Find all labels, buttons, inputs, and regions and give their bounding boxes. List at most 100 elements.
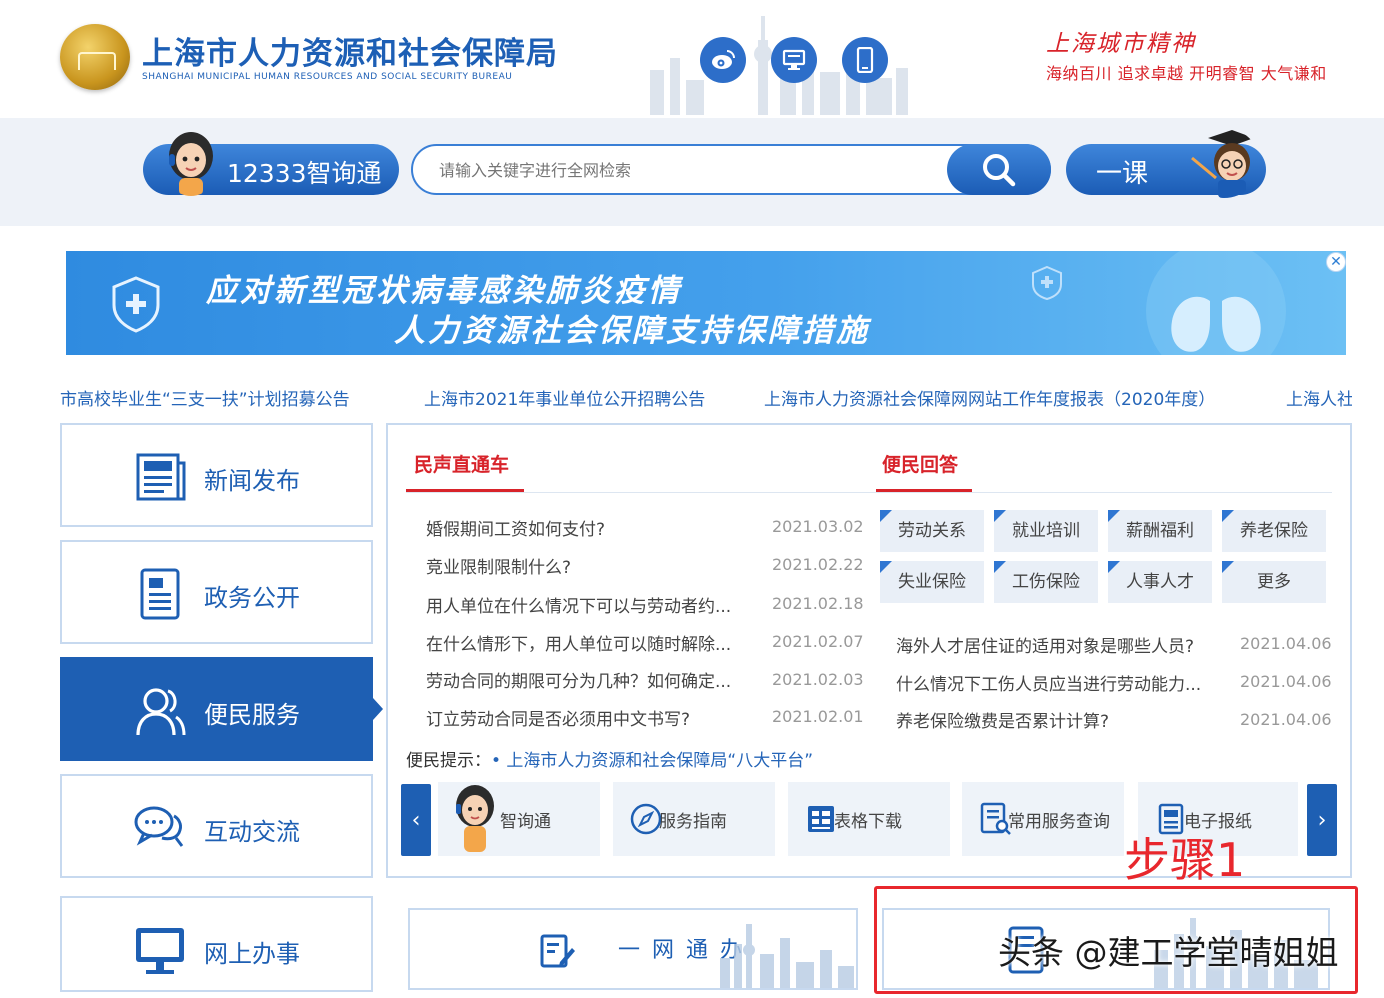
search-icon (983, 153, 1016, 186)
site-header: 上海市人力资源和社会保障局 SHANGHAI MUNICIPAL HUMAN R… (0, 0, 1384, 118)
assistant-avatar-icon (456, 785, 494, 852)
table-download-icon (808, 806, 834, 832)
search-document-icon (980, 802, 1011, 835)
service-label: 常用服务查询 (1008, 812, 1110, 832)
voice-date: 2021.03.02 (772, 517, 864, 536)
voice-question[interactable]: 竞业限制限制什么? (426, 553, 571, 578)
voice-question[interactable]: 劳动合同的期限可分为几种？如何确定... (426, 667, 731, 692)
ticker-item[interactable]: 上海市人力资源社会保障网网站工作年度报表（2020年度） (764, 385, 1215, 410)
voice-date: 2021.02.18 (772, 594, 864, 613)
nav-government-affairs[interactable]: 政务公开 (60, 540, 373, 644)
voice-question[interactable]: 在什么情形下，用人单位可以随时解除... (426, 630, 731, 655)
carousel-next-button[interactable]: › (1307, 784, 1337, 856)
assistant-avatar-icon (169, 132, 213, 196)
service-tile-zhixuntong[interactable]: 智询通 (438, 782, 600, 856)
desktop-icon[interactable] (771, 37, 817, 83)
shield-decor-icon (1032, 265, 1062, 301)
ticker-item[interactable]: 市高校毕业生“三支一扶”计划招募公告 (60, 385, 350, 410)
yike-label: 一课 (1096, 159, 1149, 189)
site-subtitle: SHANGHAI MUNICIPAL HUMAN RESOURCES AND S… (142, 72, 513, 82)
category-more[interactable]: 更多 (1222, 561, 1326, 603)
banner-headline-2: 人力资源社会保障支持保障措施 (394, 313, 870, 349)
answer-date: 2021.04.06 (1240, 710, 1332, 729)
tab-underline (876, 489, 972, 492)
voice-question[interactable]: 婚假期间工资如何支付? (426, 515, 605, 540)
compass-icon (630, 803, 662, 835)
answer-question[interactable]: 养老保险缴费是否累计计算? (896, 707, 1109, 732)
nav-online-services[interactable]: 网上办事 (60, 896, 373, 992)
category-salary-welfare[interactable]: 薪酬福利 (1108, 510, 1212, 552)
bureau-logo-icon[interactable] (60, 24, 130, 90)
search-input[interactable] (439, 158, 939, 182)
banner-close-button[interactable]: ✕ (1326, 252, 1346, 272)
edit-form-icon (540, 934, 575, 968)
news-ticker: 市高校毕业生“三支一扶”计划招募公告 上海市2021年事业单位公开招聘公告 上海… (60, 383, 1352, 411)
service-tips: 便民提示：• 上海市人力资源和社会保障局“八大平台” (406, 746, 813, 771)
service-label: 智询通 (500, 812, 551, 832)
document-icon (140, 568, 180, 620)
voice-question[interactable]: 订立劳动合同是否必须用中文书写? (426, 705, 690, 730)
watermark-text: 头条 @建工学堂晴姐姐 (998, 933, 1339, 972)
one-network-services-card[interactable]: 一网通办 (408, 908, 858, 990)
tab-divider (406, 492, 1332, 493)
service-label: 表格下载 (834, 812, 902, 832)
nav-news-release[interactable]: 新闻发布 (60, 423, 373, 527)
users-icon (136, 688, 186, 736)
voice-question[interactable]: 用人单位在什么情况下可以与劳动者约... (426, 592, 731, 617)
monitor-icon (136, 928, 184, 974)
site-search-box (411, 144, 1051, 195)
service-tile-guide[interactable]: 服务指南 (613, 782, 775, 856)
nav-label: 新闻发布 (204, 467, 300, 495)
nav-label: 互动交流 (204, 818, 300, 846)
category-unemployment-insurance[interactable]: 失业保险 (880, 561, 984, 603)
answer-question[interactable]: 海外人才居住证的适用对象是哪些人员? (896, 632, 1194, 657)
ticker-item[interactable]: 上海人社 (1286, 385, 1352, 410)
zhixuntong-12333-button[interactable]: 12333智询通 (143, 132, 399, 196)
voice-date: 2021.02.03 (772, 670, 864, 689)
step-annotation-label: 步骤1 (1124, 833, 1246, 887)
nav-label: 便民服务 (204, 701, 300, 729)
city-spirit-title: 上海城市精神 (1046, 31, 1196, 57)
category-labor-relations[interactable]: 劳动关系 (880, 510, 984, 552)
answer-date: 2021.04.06 (1240, 634, 1332, 653)
service-tile-form-download[interactable]: 表格下载 (788, 782, 950, 856)
teacher-avatar-icon (1191, 130, 1254, 198)
nav-label: 政务公开 (204, 584, 300, 612)
skyline-decoration (720, 924, 854, 988)
service-tile-common-query[interactable]: 常用服务查询 (962, 782, 1124, 856)
shield-plus-icon (112, 276, 160, 333)
nav-label: 网上办事 (204, 940, 300, 968)
nav-public-services[interactable]: 便民服务 (60, 657, 373, 761)
voice-date: 2021.02.22 (772, 555, 864, 574)
eight-platforms-link[interactable]: • 上海市人力资源和社会保障局“八大平台” (491, 751, 813, 771)
carousel-prev-button[interactable]: ‹ (401, 784, 431, 856)
zhixuntong-label: 12333智询通 (227, 159, 382, 188)
category-personnel-talent[interactable]: 人事人才 (1108, 561, 1212, 603)
service-label: 服务指南 (659, 812, 727, 832)
city-spirit-motto: 海纳百川 追求卓越 开明睿智 大气谦和 (1046, 64, 1327, 83)
tab-underline (406, 489, 524, 492)
tips-label: 便民提示： (406, 751, 491, 771)
tab-convenience-answers[interactable]: 便民回答 (882, 450, 958, 477)
answer-question[interactable]: 什么情况下工伤人员应当进行劳动能力... (896, 670, 1201, 695)
yike-button[interactable]: 一课 (1066, 130, 1266, 198)
site-title[interactable]: 上海市人力资源和社会保障局 (142, 28, 558, 73)
ticker-item[interactable]: 上海市2021年事业单位公开招聘公告 (424, 385, 705, 410)
tab-voice-express[interactable]: 民声直通车 (414, 450, 509, 477)
newspaper-icon (136, 453, 186, 501)
weibo-icon[interactable] (700, 37, 746, 83)
category-injury-insurance[interactable]: 工伤保险 (994, 561, 1098, 603)
mobile-icon[interactable] (842, 37, 888, 83)
nav-interaction[interactable]: 互动交流 (60, 774, 373, 878)
chat-bubbles-icon (134, 806, 184, 847)
category-employment-training[interactable]: 就业培训 (994, 510, 1098, 552)
active-nav-pointer (373, 698, 383, 720)
banner-headline-1: 应对新型冠状病毒感染肺炎疫情 (206, 273, 682, 309)
voice-date: 2021.02.01 (772, 707, 864, 726)
answer-date: 2021.04.06 (1240, 672, 1332, 691)
epidemic-banner[interactable]: 应对新型冠状病毒感染肺炎疫情 人力资源社会保障支持保障措施 (66, 251, 1346, 355)
search-button[interactable] (947, 144, 1051, 195)
category-pension-insurance[interactable]: 养老保险 (1222, 510, 1326, 552)
voice-date: 2021.02.07 (772, 632, 864, 651)
lungs-icon (1146, 251, 1286, 355)
